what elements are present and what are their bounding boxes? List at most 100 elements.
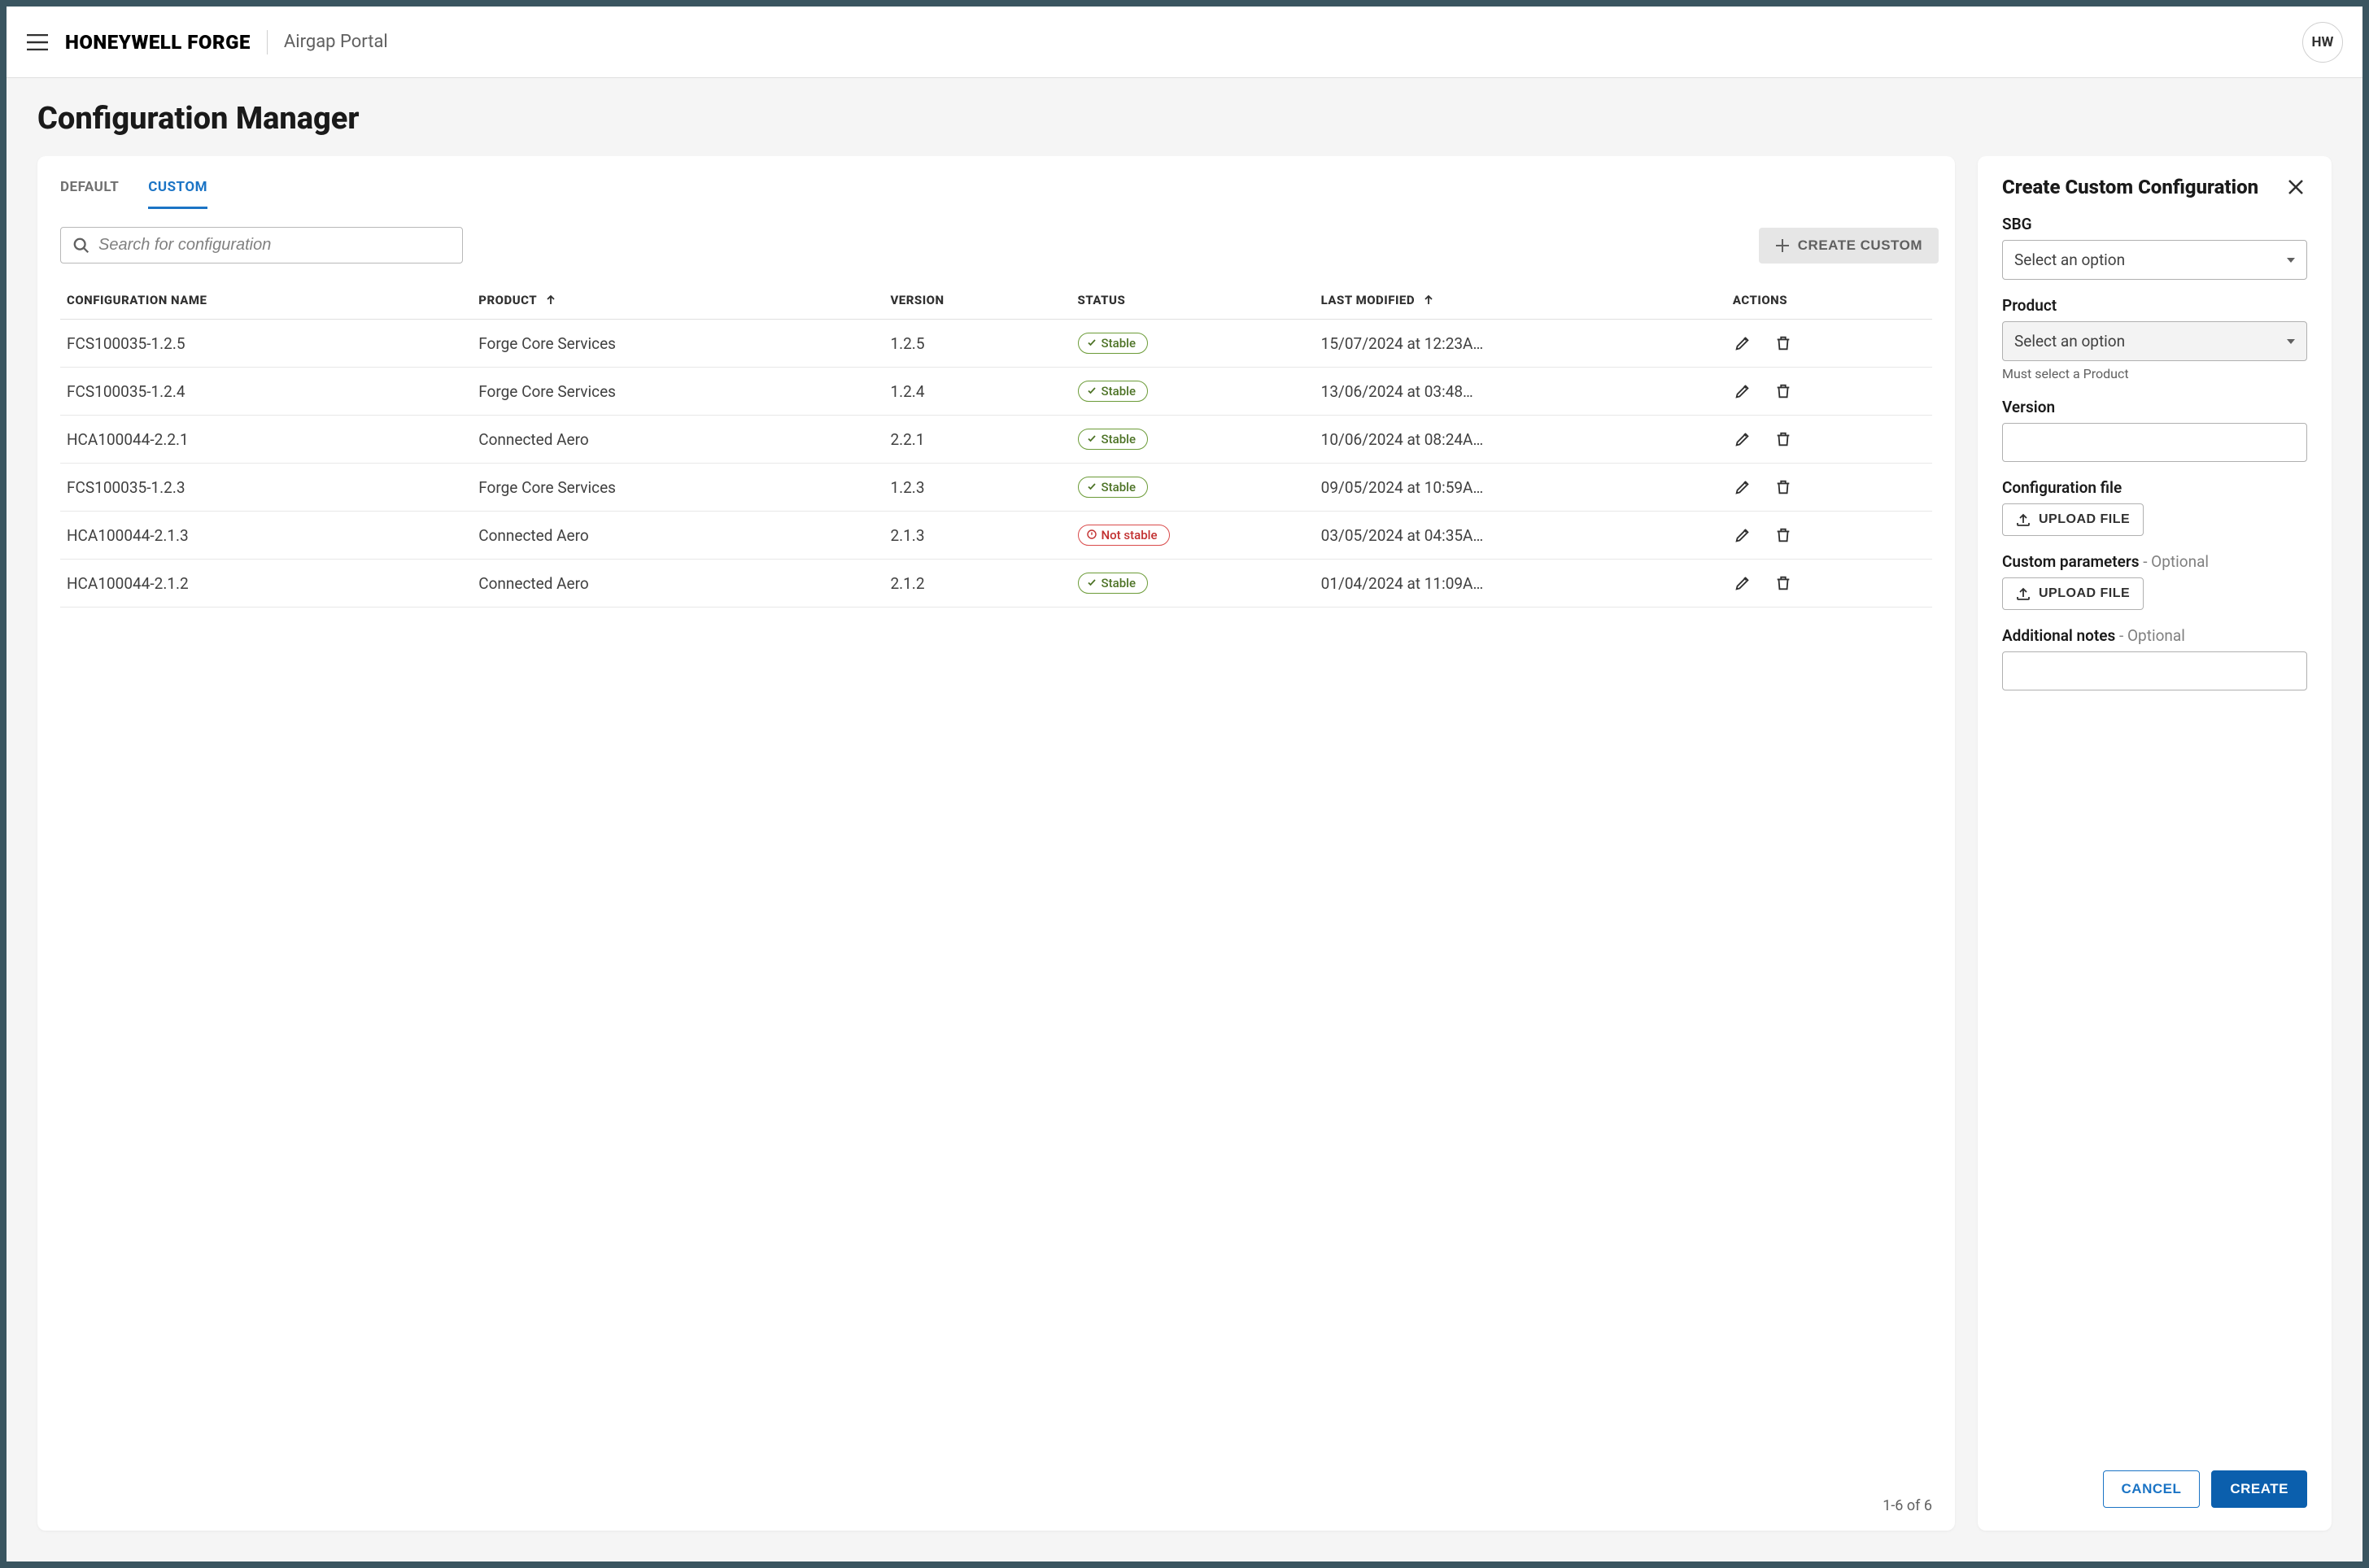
version-label: Version bbox=[2002, 398, 2307, 416]
app-header: HONEYWELL FORGE Airgap Portal HW bbox=[7, 7, 2362, 78]
tabs: DEFAULT CUSTOM bbox=[37, 179, 1955, 209]
app-name: Airgap Portal bbox=[284, 32, 388, 52]
delete-icon[interactable] bbox=[1773, 429, 1793, 449]
search-input[interactable] bbox=[98, 236, 451, 255]
upload-config-button[interactable]: UPLOAD FILE bbox=[2002, 503, 2144, 536]
check-icon bbox=[1087, 576, 1097, 590]
close-icon[interactable] bbox=[2284, 176, 2307, 198]
cell-status: Not stable bbox=[1071, 512, 1315, 560]
header-divider bbox=[267, 30, 268, 54]
upload-params-button[interactable]: UPLOAD FILE bbox=[2002, 577, 2144, 610]
th-version[interactable]: VERSION bbox=[883, 281, 1071, 320]
cancel-button[interactable]: CANCEL bbox=[2103, 1470, 2201, 1508]
cell-actions bbox=[1726, 512, 1932, 560]
th-modified[interactable]: LAST MODIFIED bbox=[1315, 281, 1726, 320]
delete-icon[interactable] bbox=[1773, 333, 1793, 353]
table-row: HCA100044-2.1.3Connected Aero2.1.3Not st… bbox=[60, 512, 1932, 560]
table-row: HCA100044-2.1.2Connected Aero2.1.2Stable… bbox=[60, 560, 1932, 608]
cell-version: 1.2.4 bbox=[883, 368, 1071, 416]
cell-version: 1.2.5 bbox=[883, 320, 1071, 368]
cell-name: FCS100035-1.2.4 bbox=[60, 368, 472, 416]
tab-custom[interactable]: CUSTOM bbox=[148, 179, 207, 209]
delete-icon[interactable] bbox=[1773, 525, 1793, 545]
product-helper: Must select a Product bbox=[2002, 366, 2307, 381]
cell-name: HCA100044-2.1.2 bbox=[60, 560, 472, 608]
status-badge: Not stable bbox=[1078, 525, 1170, 546]
table-row: HCA100044-2.2.1Connected Aero2.2.1Stable… bbox=[60, 416, 1932, 464]
cell-product: Forge Core Services bbox=[472, 368, 883, 416]
check-icon bbox=[1087, 480, 1097, 494]
config-list-panel: DEFAULT CUSTOM CREATE CUSTOM bbox=[37, 156, 1955, 1531]
table-row: FCS100035-1.2.3Forge Core Services1.2.3S… bbox=[60, 464, 1932, 512]
th-product[interactable]: PRODUCT bbox=[472, 281, 883, 320]
edit-icon[interactable] bbox=[1733, 573, 1752, 593]
pagination: 1-6 of 6 bbox=[37, 1479, 1955, 1514]
check-icon bbox=[1087, 432, 1097, 446]
table-row: FCS100035-1.2.5Forge Core Services1.2.5S… bbox=[60, 320, 1932, 368]
upload-icon bbox=[2016, 586, 2031, 601]
delete-icon[interactable] bbox=[1773, 381, 1793, 401]
product-value: Select an option bbox=[2014, 332, 2125, 351]
plus-icon bbox=[1775, 238, 1790, 253]
avatar[interactable]: HW bbox=[2302, 22, 2343, 63]
cell-modified: 09/05/2024 at 10:59A… bbox=[1315, 464, 1726, 512]
cell-product: Forge Core Services bbox=[472, 320, 883, 368]
notes-label: Additional notes - Optional bbox=[2002, 626, 2307, 645]
cell-version: 2.2.1 bbox=[883, 416, 1071, 464]
product-label: Product bbox=[2002, 296, 2307, 315]
cell-product: Connected Aero bbox=[472, 416, 883, 464]
cell-status: Stable bbox=[1071, 416, 1315, 464]
cell-status: Stable bbox=[1071, 560, 1315, 608]
cell-version: 1.2.3 bbox=[883, 464, 1071, 512]
th-name[interactable]: CONFIGURATION NAME bbox=[60, 281, 472, 320]
edit-icon[interactable] bbox=[1733, 477, 1752, 497]
toolbar: CREATE CUSTOM bbox=[37, 209, 1955, 281]
cell-name: FCS100035-1.2.5 bbox=[60, 320, 472, 368]
edit-icon[interactable] bbox=[1733, 525, 1752, 545]
custom-params-label: Custom parameters - Optional bbox=[2002, 552, 2307, 571]
cell-actions bbox=[1726, 464, 1932, 512]
create-panel: Create Custom Configuration SBG Select a… bbox=[1978, 156, 2332, 1531]
menu-icon[interactable] bbox=[26, 31, 49, 54]
status-badge: Stable bbox=[1078, 573, 1148, 594]
chevron-down-icon bbox=[2287, 339, 2295, 344]
check-icon bbox=[1087, 384, 1097, 399]
cell-product: Forge Core Services bbox=[472, 464, 883, 512]
delete-icon[interactable] bbox=[1773, 573, 1793, 593]
th-status[interactable]: STATUS bbox=[1071, 281, 1315, 320]
cell-product: Connected Aero bbox=[472, 512, 883, 560]
cell-status: Stable bbox=[1071, 368, 1315, 416]
edit-icon[interactable] bbox=[1733, 333, 1752, 353]
delete-icon[interactable] bbox=[1773, 477, 1793, 497]
version-input[interactable] bbox=[2002, 423, 2307, 462]
cell-status: Stable bbox=[1071, 464, 1315, 512]
cell-actions bbox=[1726, 416, 1932, 464]
create-button[interactable]: CREATE bbox=[2211, 1470, 2307, 1508]
search-box[interactable] bbox=[60, 227, 463, 264]
sbg-label: SBG bbox=[2002, 215, 2307, 233]
tab-default[interactable]: DEFAULT bbox=[60, 179, 119, 209]
brand-logo: HONEYWELL FORGE bbox=[65, 31, 251, 54]
th-actions: ACTIONS bbox=[1726, 281, 1932, 320]
edit-icon[interactable] bbox=[1733, 381, 1752, 401]
config-file-label: Configuration file bbox=[2002, 478, 2307, 497]
product-select[interactable]: Select an option bbox=[2002, 321, 2307, 361]
cell-version: 2.1.3 bbox=[883, 512, 1071, 560]
cell-actions bbox=[1726, 368, 1932, 416]
create-custom-button[interactable]: CREATE CUSTOM bbox=[1759, 228, 1939, 264]
cell-name: FCS100035-1.2.3 bbox=[60, 464, 472, 512]
cell-actions bbox=[1726, 560, 1932, 608]
check-icon bbox=[1087, 336, 1097, 351]
edit-icon[interactable] bbox=[1733, 429, 1752, 449]
status-badge: Stable bbox=[1078, 381, 1148, 402]
sort-asc-icon bbox=[545, 294, 556, 306]
error-icon bbox=[1087, 528, 1097, 542]
notes-input[interactable] bbox=[2002, 651, 2307, 690]
sort-asc-icon bbox=[1423, 294, 1434, 306]
chevron-down-icon bbox=[2287, 258, 2295, 263]
cell-modified: 03/05/2024 at 04:35A… bbox=[1315, 512, 1726, 560]
sbg-select[interactable]: Select an option bbox=[2002, 240, 2307, 280]
cell-modified: 01/04/2024 at 11:09A… bbox=[1315, 560, 1726, 608]
cell-name: HCA100044-2.2.1 bbox=[60, 416, 472, 464]
upload-icon bbox=[2016, 512, 2031, 527]
